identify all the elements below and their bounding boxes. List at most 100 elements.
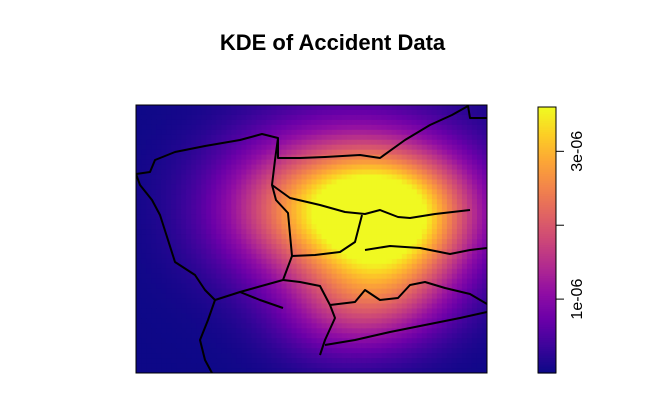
density-cell — [381, 278, 388, 285]
density-cell — [321, 179, 328, 185]
density-cell — [281, 149, 288, 156]
density-cell — [256, 318, 262, 324]
density-cell — [226, 174, 232, 181]
density-cell — [266, 268, 272, 275]
density-cell — [211, 154, 217, 161]
density-cell — [396, 248, 403, 255]
density-cell — [461, 263, 468, 270]
density-cell — [141, 139, 147, 146]
density-cell — [446, 204, 453, 210]
density-cell — [191, 363, 197, 369]
density-cell — [241, 174, 247, 181]
density-cell — [461, 154, 468, 161]
density-cell — [351, 333, 358, 339]
density-cell — [366, 214, 373, 220]
density-cell — [221, 328, 227, 334]
density-cell — [236, 273, 242, 280]
density-cell — [266, 239, 272, 245]
density-cell — [211, 348, 217, 354]
density-cell — [316, 313, 323, 319]
density-cell — [271, 119, 277, 126]
density-cell — [271, 323, 277, 329]
density-cell — [306, 308, 313, 315]
density-cell — [216, 105, 222, 111]
density-cell — [351, 144, 358, 151]
density-cell — [321, 303, 328, 310]
density-cell — [231, 323, 237, 329]
density-cell — [451, 144, 458, 151]
density-cell — [441, 323, 448, 329]
density-cell — [431, 154, 438, 161]
density-cell — [221, 253, 227, 260]
density-cell — [161, 323, 167, 329]
density-cell — [476, 358, 483, 364]
density-cell — [151, 243, 157, 250]
density-cell — [211, 124, 217, 131]
density-cell — [241, 159, 247, 166]
density-cell — [336, 105, 343, 111]
density-cell — [181, 328, 187, 334]
density-cell — [291, 348, 298, 354]
density-cell — [296, 298, 303, 305]
density-cell — [181, 278, 187, 285]
density-cell — [306, 263, 313, 270]
density-cell — [156, 239, 162, 245]
density-cell — [256, 328, 262, 334]
density-cell — [331, 268, 338, 275]
density-cell — [231, 263, 237, 270]
density-cell — [196, 318, 202, 324]
density-cell — [431, 134, 438, 141]
density-cell — [421, 149, 428, 156]
density-cell — [411, 363, 418, 369]
density-cell — [301, 219, 308, 225]
density-cell — [276, 313, 283, 319]
density-cell — [246, 263, 252, 270]
density-cell — [156, 224, 162, 230]
density-cell — [226, 164, 232, 171]
density-cell — [316, 114, 323, 121]
density-cell — [376, 308, 383, 315]
density-cell — [156, 308, 162, 315]
density-cell — [241, 164, 247, 171]
density-cell — [261, 204, 267, 210]
density-cell — [216, 278, 222, 285]
density-cell — [236, 353, 242, 359]
density-cell — [216, 328, 222, 334]
density-cell — [166, 328, 172, 334]
density-cell — [156, 129, 162, 136]
density-cell — [211, 278, 217, 285]
density-cell — [391, 348, 398, 354]
density-cell — [161, 109, 167, 116]
density-cell — [251, 224, 257, 230]
density-cell — [471, 204, 478, 210]
density-cell — [361, 308, 368, 315]
density-cell — [211, 174, 217, 181]
density-cell — [451, 258, 458, 265]
density-cell — [136, 194, 142, 200]
density-cell — [471, 219, 478, 225]
density-cell — [351, 224, 358, 230]
density-cell — [356, 253, 363, 260]
density-cell — [336, 239, 343, 245]
density-cell — [381, 248, 388, 255]
density-cell — [276, 283, 283, 290]
density-cell — [381, 114, 388, 121]
density-cell — [151, 234, 157, 240]
density-cell — [361, 109, 368, 116]
density-cell — [191, 149, 197, 156]
density-cell — [181, 159, 187, 166]
density-cell — [306, 174, 313, 181]
density-cell — [326, 179, 333, 185]
density-cell — [456, 164, 463, 171]
density-cell — [451, 243, 458, 250]
density-cell — [266, 338, 272, 344]
density-cell — [291, 298, 298, 305]
density-cell — [381, 363, 388, 369]
density-cell — [386, 288, 393, 295]
density-cell — [356, 129, 363, 136]
density-cell — [181, 214, 187, 220]
density-cell — [381, 134, 388, 141]
density-cell — [376, 144, 383, 151]
density-cell — [436, 204, 443, 210]
density-cell — [366, 124, 373, 131]
